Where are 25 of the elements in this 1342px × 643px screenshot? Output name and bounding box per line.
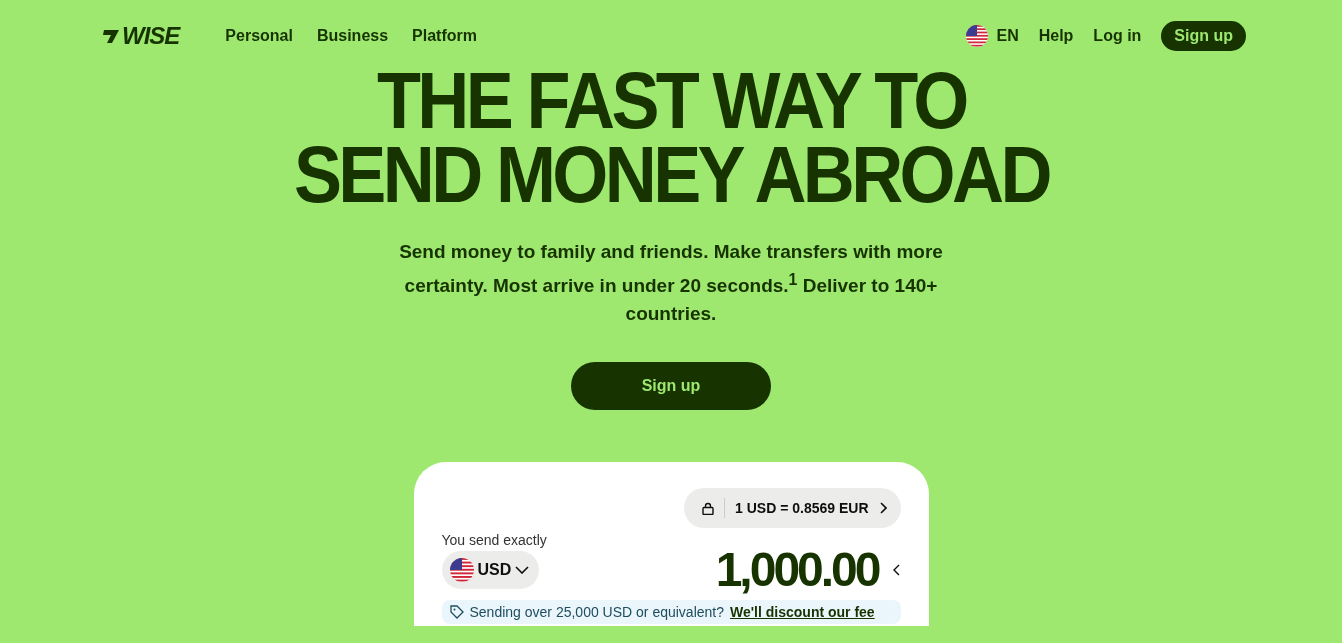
hero-subtitle: Send money to family and friends. Make transfers with more certainty. Most arrive in under 20 seconds.$^{1}$ Deliver to 140+ countries. xyxy=(398,240,944,327)
nav-link[interactable]: Business xyxy=(316,27,389,45)
amount-input[interactable]: 1,000.00 xyxy=(715,546,879,595)
chevron-right-icon xyxy=(878,502,887,515)
rate-button[interactable]: 1 USD = 0.8569 EUR xyxy=(684,488,901,529)
tag-icon xyxy=(449,605,464,620)
language-label[interactable]: EN xyxy=(996,27,1019,45)
send-label: You send exactly xyxy=(441,532,548,549)
chevron-down-icon xyxy=(515,566,530,575)
nav-link[interactable]: Personal xyxy=(225,27,293,45)
lock-icon xyxy=(702,501,715,515)
notice-text: Sending over 25,000 USD or equivalent? xyxy=(469,604,724,621)
logo-flag-icon xyxy=(102,28,120,44)
discount-link[interactable]: We'll discount our fee xyxy=(730,604,875,621)
us-flag-icon xyxy=(449,558,474,583)
currency-selector[interactable]: USD xyxy=(441,551,540,590)
signup-cta-button[interactable]: Sign up xyxy=(571,362,771,411)
signup-button[interactable]: Sign up xyxy=(1161,21,1246,51)
login-link[interactable]: Log in xyxy=(1093,27,1142,45)
help-link[interactable]: Help xyxy=(1038,27,1074,45)
logo-text[interactable]: WISE xyxy=(122,22,180,50)
chevron-left-icon xyxy=(892,564,901,577)
hero-title: THE FAST WAY TO SEND MONEY ABROAD xyxy=(293,64,1049,212)
us-flag-icon xyxy=(966,25,989,47)
nav-link[interactable]: Platform xyxy=(412,27,477,45)
